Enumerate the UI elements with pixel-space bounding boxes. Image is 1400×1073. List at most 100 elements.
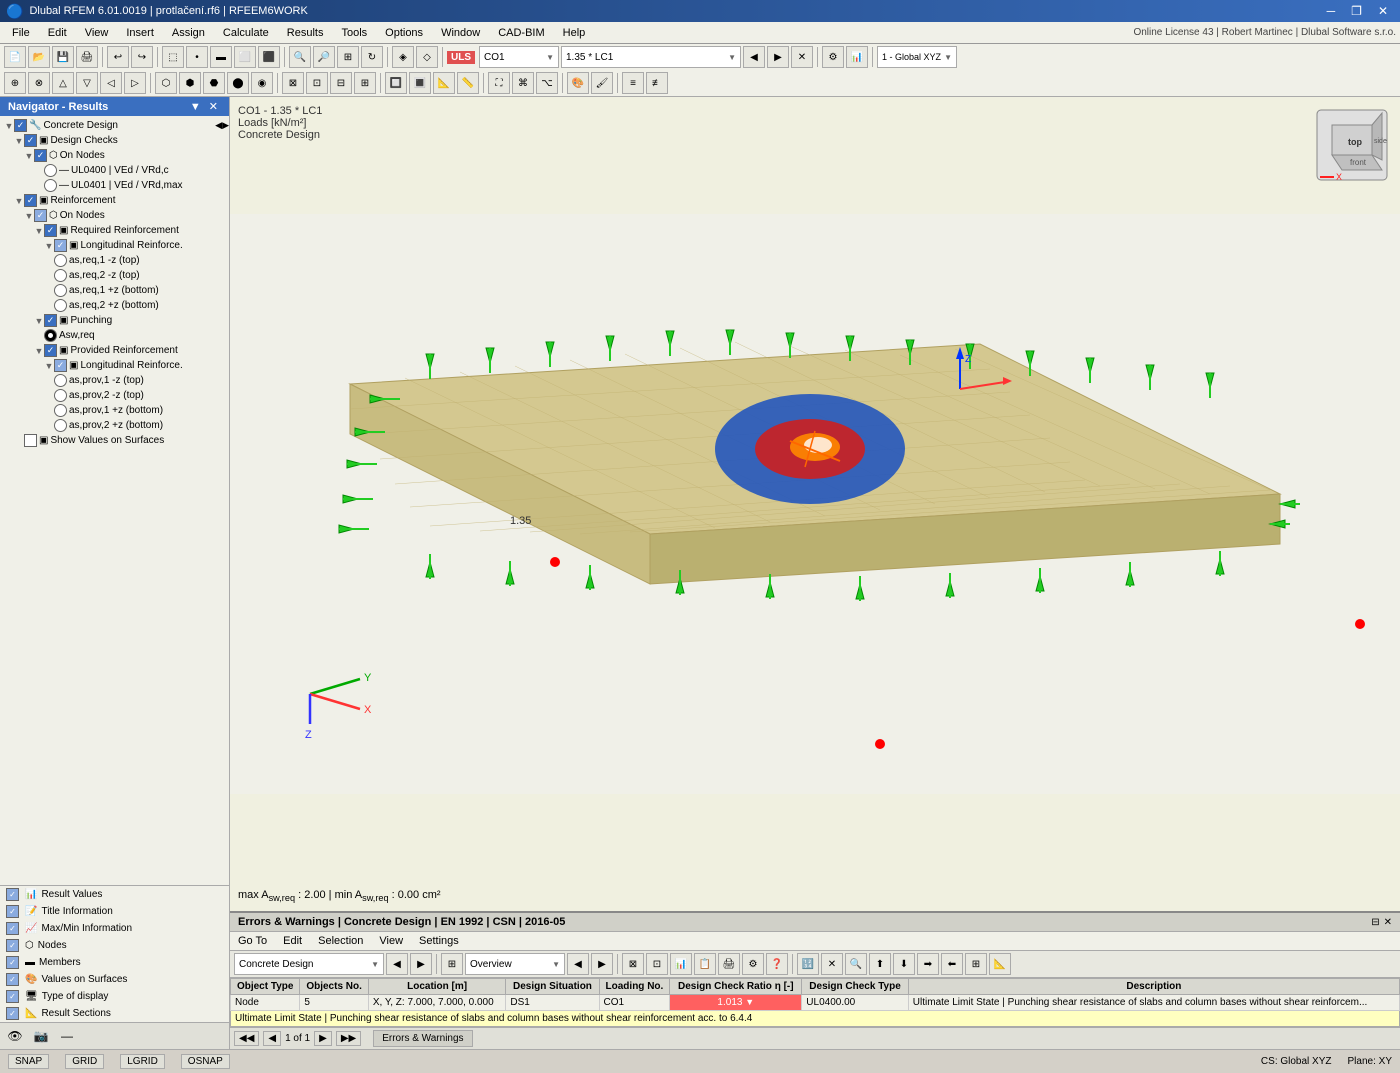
- tb-r15[interactable]: ⊞: [354, 72, 376, 94]
- errors-close-btn[interactable]: ✕: [1384, 917, 1392, 928]
- nav-arrows[interactable]: ◀▶: [215, 120, 229, 131]
- tree-on-nodes-2[interactable]: ▼ ✓ ⬡ On Nodes: [0, 208, 229, 223]
- tb-r4[interactable]: ▽: [76, 72, 98, 94]
- tree-provided-reinf[interactable]: ▼ ✓ ▣ Provided Reinforcement: [0, 343, 229, 358]
- errors-menu-settings[interactable]: Settings: [415, 934, 463, 948]
- errors-tb-15[interactable]: ⊞: [965, 953, 987, 975]
- tb-r24[interactable]: 🖌: [591, 72, 613, 94]
- cb-values-surfaces[interactable]: ✓: [6, 973, 19, 986]
- errors-tb-9[interactable]: ✕: [821, 953, 843, 975]
- tb-r20[interactable]: ⛶: [488, 72, 510, 94]
- overview-dropdown[interactable]: Overview ▼: [465, 953, 565, 975]
- tb-r17[interactable]: 🔳: [409, 72, 431, 94]
- errors-float-btn[interactable]: ⊟: [1371, 917, 1379, 928]
- cb-members[interactable]: ✓: [6, 956, 19, 969]
- checkbox-reinf[interactable]: ✓: [24, 194, 37, 207]
- tree-ul0400[interactable]: — UL0400 | VEd / VRd,c: [0, 163, 229, 178]
- cb-type-display[interactable]: ✓: [6, 990, 19, 1003]
- nav-result-sections[interactable]: ✓ 📐 Result Sections: [0, 1005, 229, 1022]
- checkbox-show-values[interactable]: [24, 434, 37, 447]
- tb-zoom-in[interactable]: 🔍: [289, 46, 311, 68]
- tree-reinforcement[interactable]: ▼ ✓ ▣ Reinforcement: [0, 193, 229, 208]
- tb-r21[interactable]: ⌘: [512, 72, 534, 94]
- errors-menu-selection[interactable]: Selection: [314, 934, 367, 948]
- tree-show-values[interactable]: ▣ Show Values on Surfaces: [0, 433, 229, 448]
- tb-r3[interactable]: △: [52, 72, 74, 94]
- checkbox-req-reinf[interactable]: ✓: [44, 224, 57, 237]
- radio-asreq3[interactable]: [54, 284, 67, 297]
- 3d-scene[interactable]: Y X Z Z 1.35: [230, 97, 1400, 911]
- radio-asprov3[interactable]: [54, 404, 67, 417]
- nav-close-btn[interactable]: ✕: [206, 100, 221, 113]
- tb-zoom-all[interactable]: ⊞: [337, 46, 359, 68]
- tree-asprov1[interactable]: as,prov,1 -z (top): [0, 373, 229, 388]
- nav-title-info[interactable]: ✓ 📝 Title Information: [0, 903, 229, 920]
- formula-dropdown[interactable]: 1.35 * LC1 ▼: [561, 46, 741, 68]
- status-grid[interactable]: GRID: [65, 1054, 104, 1069]
- tb-open[interactable]: 📂: [28, 46, 50, 68]
- checkbox-concrete[interactable]: ✓: [14, 119, 27, 132]
- status-snap[interactable]: SNAP: [8, 1054, 49, 1069]
- checkbox-long-req[interactable]: ✓: [54, 239, 67, 252]
- nav-cube[interactable]: top front side X: [1312, 105, 1392, 185]
- errors-last-page[interactable]: ▶▶: [336, 1031, 361, 1046]
- tb-r8[interactable]: ⬢: [179, 72, 201, 94]
- errors-tb-prev2[interactable]: ◀: [567, 953, 589, 975]
- cb-maxmin[interactable]: ✓: [6, 922, 19, 935]
- view-dropdown[interactable]: 1 - Global XYZ ▼: [877, 46, 957, 68]
- tree-asreq4[interactable]: as,req,2 +z (bottom): [0, 298, 229, 313]
- status-lgrid[interactable]: LGRID: [120, 1054, 165, 1069]
- radio-asprov1[interactable]: [54, 374, 67, 387]
- radio-asreq1[interactable]: [54, 254, 67, 267]
- tree-concrete-design[interactable]: ▼ ✓ 🔧 Concrete Design ◀▶: [0, 118, 229, 133]
- tb-r19[interactable]: 📏: [457, 72, 479, 94]
- errors-tb-14[interactable]: ⬅: [941, 953, 963, 975]
- tb-close-results[interactable]: ✕: [791, 46, 813, 68]
- tb-node[interactable]: •: [186, 46, 208, 68]
- errors-tb-11[interactable]: ⬆: [869, 953, 891, 975]
- tb-r11[interactable]: ◉: [251, 72, 273, 94]
- combo-dropdown[interactable]: CO1 ▼: [479, 46, 559, 68]
- tb-redo[interactable]: ↪: [131, 46, 153, 68]
- module-dropdown[interactable]: Concrete Design ▼: [234, 953, 384, 975]
- tree-asprov4[interactable]: as,prov,2 +z (bottom): [0, 418, 229, 433]
- nav-dropdown-btn[interactable]: ▼: [187, 100, 204, 113]
- status-osnap[interactable]: OSNAP: [181, 1054, 230, 1069]
- errors-next-btn[interactable]: ▶: [410, 953, 432, 975]
- tree-asreq3[interactable]: as,req,1 +z (bottom): [0, 283, 229, 298]
- errors-prev-btn[interactable]: ◀: [386, 953, 408, 975]
- tb-undo[interactable]: ↩: [107, 46, 129, 68]
- minimize-button[interactable]: ─: [1321, 1, 1342, 21]
- tb-r6[interactable]: ▷: [124, 72, 146, 94]
- tree-on-nodes-1[interactable]: ▼ ✓ ⬡ On Nodes: [0, 148, 229, 163]
- tb-new[interactable]: 📄: [4, 46, 26, 68]
- tree-asreq2[interactable]: as,req,2 -z (top): [0, 268, 229, 283]
- tb-r22[interactable]: ⌥: [536, 72, 558, 94]
- errors-prev-page[interactable]: ◀: [263, 1031, 281, 1046]
- tb-r23[interactable]: 🎨: [567, 72, 589, 94]
- tb-r14[interactable]: ⊟: [330, 72, 352, 94]
- tb-member[interactable]: ▬: [210, 46, 232, 68]
- errors-menu-edit[interactable]: Edit: [279, 934, 306, 948]
- menu-item-calculate[interactable]: Calculate: [215, 25, 277, 41]
- menu-item-insert[interactable]: Insert: [118, 25, 162, 41]
- radio-ul0400[interactable]: [44, 164, 57, 177]
- tb-print[interactable]: 🖨: [76, 46, 98, 68]
- errors-tb-12[interactable]: ⬇: [893, 953, 915, 975]
- errors-tb-1[interactable]: ⊠: [622, 953, 644, 975]
- tb-solid[interactable]: ⬛: [258, 46, 280, 68]
- errors-tb-2[interactable]: ⊡: [646, 953, 668, 975]
- cb-result-values[interactable]: ✓: [6, 888, 19, 901]
- tb-render[interactable]: ◈: [392, 46, 414, 68]
- nav-type-display[interactable]: ✓ 🖥 Type of display: [0, 988, 229, 1005]
- errors-tb-8[interactable]: 🔢: [797, 953, 819, 975]
- tb-save[interactable]: 💾: [52, 46, 74, 68]
- nav-maxmin-info[interactable]: ✓ 📈 Max/Min Information: [0, 920, 229, 937]
- menu-item-assign[interactable]: Assign: [164, 25, 213, 41]
- errors-overview-icon[interactable]: ⊞: [441, 953, 463, 975]
- errors-tb-7[interactable]: ❓: [766, 953, 788, 975]
- menu-item-tools[interactable]: Tools: [333, 25, 375, 41]
- checkbox-long-prov[interactable]: ✓: [54, 359, 67, 372]
- errors-tb-13[interactable]: ➡: [917, 953, 939, 975]
- cb-nodes[interactable]: ✓: [6, 939, 19, 952]
